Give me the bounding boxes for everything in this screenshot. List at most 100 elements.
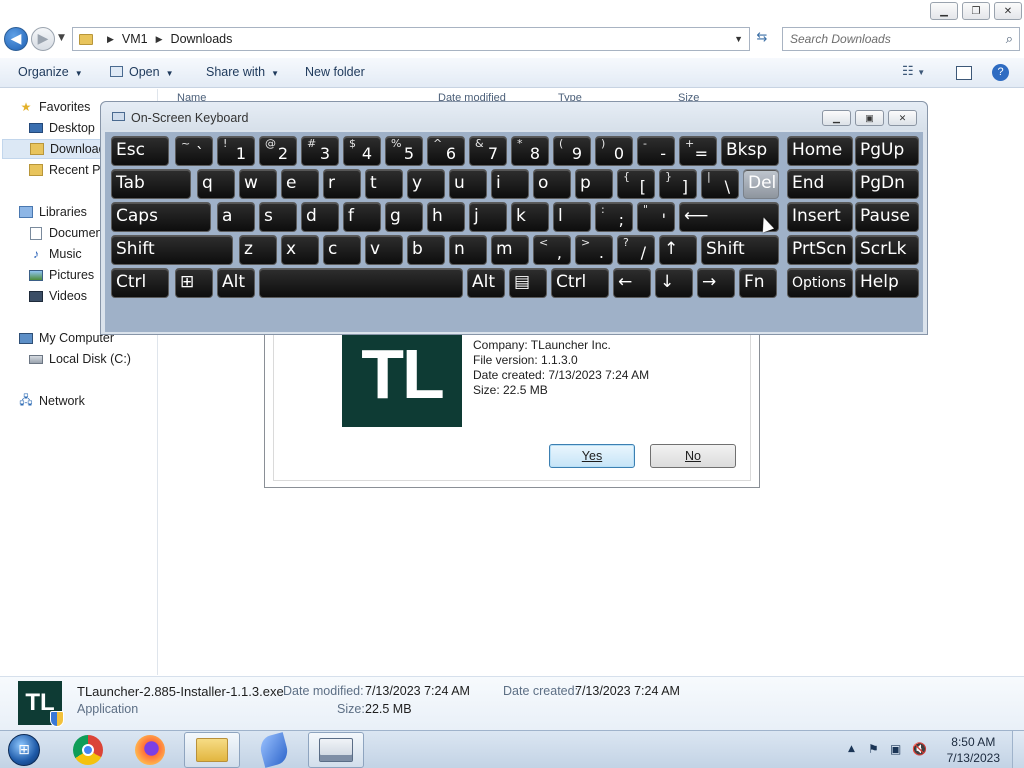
key-y[interactable]: y	[407, 169, 445, 199]
show-desktop-button[interactable]	[1012, 731, 1024, 768]
key-lalt[interactable]: Alt	[217, 268, 255, 298]
taskbar-feather-app[interactable]	[246, 732, 302, 768]
key-1[interactable]: ! 1	[217, 136, 255, 166]
help-icon[interactable]: ?	[992, 64, 1009, 81]
preview-pane-icon[interactable]	[956, 66, 972, 80]
key-2[interactable]: @2	[259, 136, 297, 166]
view-options-icon[interactable]: ☷ ▼	[902, 63, 925, 79]
search-input[interactable]: Search Downloads ⌕	[782, 27, 1020, 51]
key-win[interactable]: ⊞	[175, 268, 213, 298]
key-u[interactable]: u	[449, 169, 487, 199]
key-lbracket[interactable]: {[	[617, 169, 655, 199]
taskbar-on-screen-keyboard[interactable]	[308, 732, 364, 768]
back-button[interactable]: ◀	[4, 27, 28, 51]
key-s[interactable]: s	[259, 202, 297, 232]
key-down[interactable]: ↓	[655, 268, 693, 298]
key-6[interactable]: ^ 6	[427, 136, 465, 166]
key-0[interactable]: ) 0	[595, 136, 633, 166]
key-space[interactable]	[259, 268, 463, 298]
breadcrumb-current[interactable]: Downloads	[171, 32, 233, 46]
key-j[interactable]: j	[469, 202, 507, 232]
key-home[interactable]: Home	[787, 136, 853, 166]
taskbar-chrome[interactable]	[60, 732, 116, 768]
breadcrumb-root[interactable]: VM1	[122, 32, 148, 46]
refresh-icon[interactable]: ⇆	[752, 30, 772, 48]
key-pgdn[interactable]: PgDn	[855, 169, 919, 199]
key-5[interactable]: % 5	[385, 136, 423, 166]
maximize-button[interactable]: ❐	[962, 2, 990, 20]
key-m[interactable]: m	[491, 235, 529, 265]
key-insert[interactable]: Insert	[787, 202, 853, 232]
key-prtscn[interactable]: PrtScn	[787, 235, 853, 265]
key-rbracket[interactable]: }]	[659, 169, 697, 199]
key-4[interactable]: $4	[343, 136, 381, 166]
osk-close-button[interactable]: ✕	[888, 110, 917, 126]
key-9[interactable]: (9	[553, 136, 591, 166]
minimize-button[interactable]: ▁	[930, 2, 958, 20]
close-button[interactable]: ✕	[994, 2, 1022, 20]
key-g[interactable]: g	[385, 202, 423, 232]
breadcrumb-chevron-icon[interactable]: ▶	[107, 34, 114, 45]
key-v[interactable]: v	[365, 235, 403, 265]
key-slash[interactable]: ? /	[617, 235, 655, 265]
recent-pages-dropdown-icon[interactable]: ▼	[58, 33, 65, 43]
open-button[interactable]: Open ▼	[110, 65, 174, 79]
key-tilde[interactable]: ~ `	[175, 136, 213, 166]
key-help[interactable]: Help	[855, 268, 919, 298]
key-end[interactable]: End	[787, 169, 853, 199]
search-icon[interactable]: ⌕	[1006, 31, 1013, 47]
key-w[interactable]: w	[239, 169, 277, 199]
key-tab[interactable]: Tab	[111, 169, 191, 199]
key-comma[interactable]: <,	[533, 235, 571, 265]
key-quote[interactable]: " '	[637, 202, 675, 232]
key-lshift[interactable]: Shift	[111, 235, 233, 265]
key-left[interactable]: ←	[613, 268, 651, 298]
key-fn[interactable]: Fn	[739, 268, 777, 298]
key-c[interactable]: c	[323, 235, 361, 265]
key-ralt[interactable]: Alt	[467, 268, 505, 298]
key-pgup[interactable]: PgUp	[855, 136, 919, 166]
key-8[interactable]: * 8	[511, 136, 549, 166]
key-r[interactable]: r	[323, 169, 361, 199]
taskbar-firefox[interactable]	[122, 732, 178, 768]
address-bar[interactable]: ▶ VM1 ▶ Downloads ▼	[72, 27, 750, 51]
key-7[interactable]: & 7	[469, 136, 507, 166]
key-x[interactable]: x	[281, 235, 319, 265]
key-options[interactable]: Options	[787, 268, 853, 298]
key-del[interactable]: Del	[743, 169, 779, 199]
key-d[interactable]: d	[301, 202, 339, 232]
organize-menu[interactable]: Organize ▼	[18, 65, 83, 79]
key-equals[interactable]: + =	[679, 136, 717, 166]
network-tray-icon[interactable]: ▣	[890, 742, 901, 756]
key-minus[interactable]: --	[637, 136, 675, 166]
key-esc[interactable]: Esc	[111, 136, 169, 166]
osk-minimize-button[interactable]: ▁	[822, 110, 851, 126]
key-semicolon[interactable]: :;	[595, 202, 633, 232]
key-n[interactable]: n	[449, 235, 487, 265]
nav-local-disk[interactable]: Local Disk (C:)	[28, 349, 186, 369]
key-f[interactable]: f	[343, 202, 381, 232]
key-b[interactable]: b	[407, 235, 445, 265]
share-with-menu[interactable]: Share with ▼	[206, 65, 279, 79]
key-i[interactable]: i	[491, 169, 529, 199]
forward-button[interactable]: ▶	[31, 27, 55, 51]
key-right[interactable]: →	[697, 268, 735, 298]
new-folder-button[interactable]: New folder	[305, 65, 365, 79]
clock[interactable]: 8:50 AM 7/13/2023	[947, 734, 1000, 766]
key-menu[interactable]: ▤	[509, 268, 547, 298]
key-period[interactable]: >.	[575, 235, 613, 265]
start-button[interactable]: ⊞	[4, 731, 44, 768]
key-p[interactable]: p	[575, 169, 613, 199]
key-pause[interactable]: Pause	[855, 202, 919, 232]
key-backslash[interactable]: | \	[701, 169, 739, 199]
key-bksp[interactable]: Bksp	[721, 136, 779, 166]
action-center-flag-icon[interactable]: ⚑	[868, 742, 879, 756]
key-h[interactable]: h	[427, 202, 465, 232]
key-3[interactable]: #3	[301, 136, 339, 166]
key-o[interactable]: o	[533, 169, 571, 199]
address-dropdown-icon[interactable]: ▼	[734, 34, 743, 44]
key-t[interactable]: t	[365, 169, 403, 199]
no-button[interactable]: No	[650, 444, 736, 468]
show-hidden-icons-chevron-icon[interactable]: ▲	[848, 744, 855, 754]
key-e[interactable]: e	[281, 169, 319, 199]
